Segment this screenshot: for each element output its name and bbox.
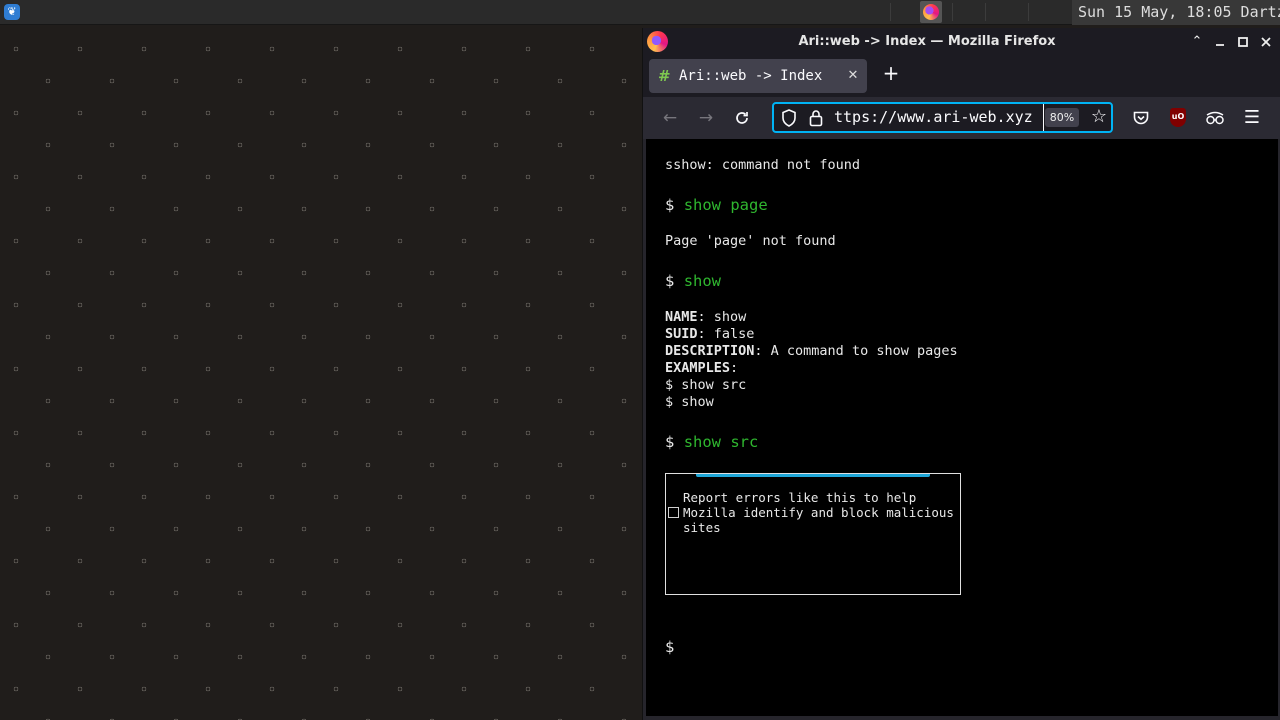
example-line: $ show src [665, 377, 747, 393]
minimize-icon[interactable] [1213, 35, 1227, 49]
example-line: $ show [665, 394, 714, 410]
bookmark-star-icon[interactable]: ☆ [1088, 106, 1110, 128]
help-key: DESCRIPTION [665, 343, 755, 359]
prompt-symbol: $ [665, 433, 675, 451]
terminal-output-line: sshow: command not found [665, 157, 861, 173]
tab-bar: # Ari::web -> Index ✕ + [643, 55, 1280, 97]
maximize-icon[interactable] [1236, 35, 1250, 49]
command-text: show [683, 272, 722, 290]
help-name-line: NAME: show [665, 309, 746, 326]
help-value: : false [697, 326, 755, 342]
hamburger-menu-icon[interactable]: ☰ [1241, 105, 1263, 131]
blocked-frame-report-box: Report errors like this to help Mozilla … [665, 473, 961, 595]
help-value: : A command to show pages [754, 343, 958, 359]
help-key: EXAMPLES [665, 360, 731, 376]
report-box-accent-bar [696, 474, 930, 477]
reload-icon [736, 112, 748, 124]
app-launcher-icon[interactable]: ❦ [4, 4, 20, 20]
forward-button[interactable]: → [693, 105, 719, 131]
extension-glasses-icon[interactable] [1204, 109, 1226, 127]
window-titlebar[interactable]: Ari::web -> Index — Mozilla Firefox ⌃ [643, 28, 1280, 55]
tab-label: Ari::web -> Index [679, 68, 823, 84]
zoom-level-button[interactable]: 80% [1045, 108, 1079, 127]
clock[interactable]: Sun 15 May, 18:05 Dartz [1072, 0, 1280, 25]
firefox-window: Ari::web -> Index — Mozilla Firefox ⌃ # … [642, 28, 1280, 720]
help-key: NAME [665, 309, 698, 325]
help-description-line: DESCRIPTION: A command to show pages [665, 343, 958, 360]
help-value: : [730, 360, 739, 376]
prompt-symbol: $ [665, 196, 675, 214]
reload-button[interactable] [729, 105, 755, 131]
help-value: : show [697, 309, 747, 325]
back-button[interactable]: ← [657, 105, 683, 131]
prompt-symbol: $ [665, 272, 675, 290]
navigation-toolbar: ← → ttps://www.ari-web.xyz 80% ☆ uO ☰ [643, 97, 1280, 139]
taskbar-firefox-button[interactable] [920, 1, 942, 23]
pocket-icon[interactable] [1132, 109, 1150, 127]
command-text: show src [683, 433, 759, 451]
url-bar[interactable]: ttps://www.ari-web.xyz 80% ☆ [772, 102, 1113, 133]
ublock-origin-icon[interactable]: uO [1170, 108, 1186, 127]
top-panel: ❦ Sun 15 May, 18:05 Dartz [0, 0, 1280, 25]
page-content: sshow: command not found $ show page Pag… [646, 139, 1278, 716]
help-key: SUID [665, 326, 698, 342]
report-errors-checkbox[interactable] [668, 507, 679, 518]
help-examples-line: EXAMPLES: [665, 360, 738, 377]
terminal-command-line: $ show src [665, 432, 758, 452]
tracking-protection-shield-icon[interactable] [780, 108, 798, 128]
tab-close-icon[interactable]: ✕ [845, 68, 861, 84]
window-controls: ⌃ [1190, 28, 1273, 55]
firefox-icon [923, 4, 939, 20]
terminal-input-prompt[interactable]: $ [665, 637, 674, 657]
close-icon[interactable] [1259, 35, 1273, 49]
tab-ari-web-index[interactable]: # Ari::web -> Index ✕ [649, 59, 867, 93]
hash-icon: # [658, 67, 671, 85]
terminal-command-line: $ show page [665, 195, 768, 215]
chevron-up-icon[interactable]: ⌃ [1190, 34, 1204, 49]
lock-icon[interactable] [808, 108, 824, 128]
command-text: show page [683, 196, 768, 214]
terminal-output-line: Page 'page' not found [665, 233, 836, 249]
help-suid-line: SUID: false [665, 326, 754, 343]
terminal-command-line: $ show [665, 271, 721, 291]
window-bottom-border [643, 716, 1280, 720]
report-errors-label[interactable]: Report errors like this to help Mozilla … [683, 490, 958, 535]
new-tab-button[interactable]: + [881, 63, 901, 83]
window-title: Ari::web -> Index — Mozilla Firefox [798, 34, 1056, 49]
url-input[interactable]: ttps://www.ari-web.xyz [834, 104, 1044, 131]
